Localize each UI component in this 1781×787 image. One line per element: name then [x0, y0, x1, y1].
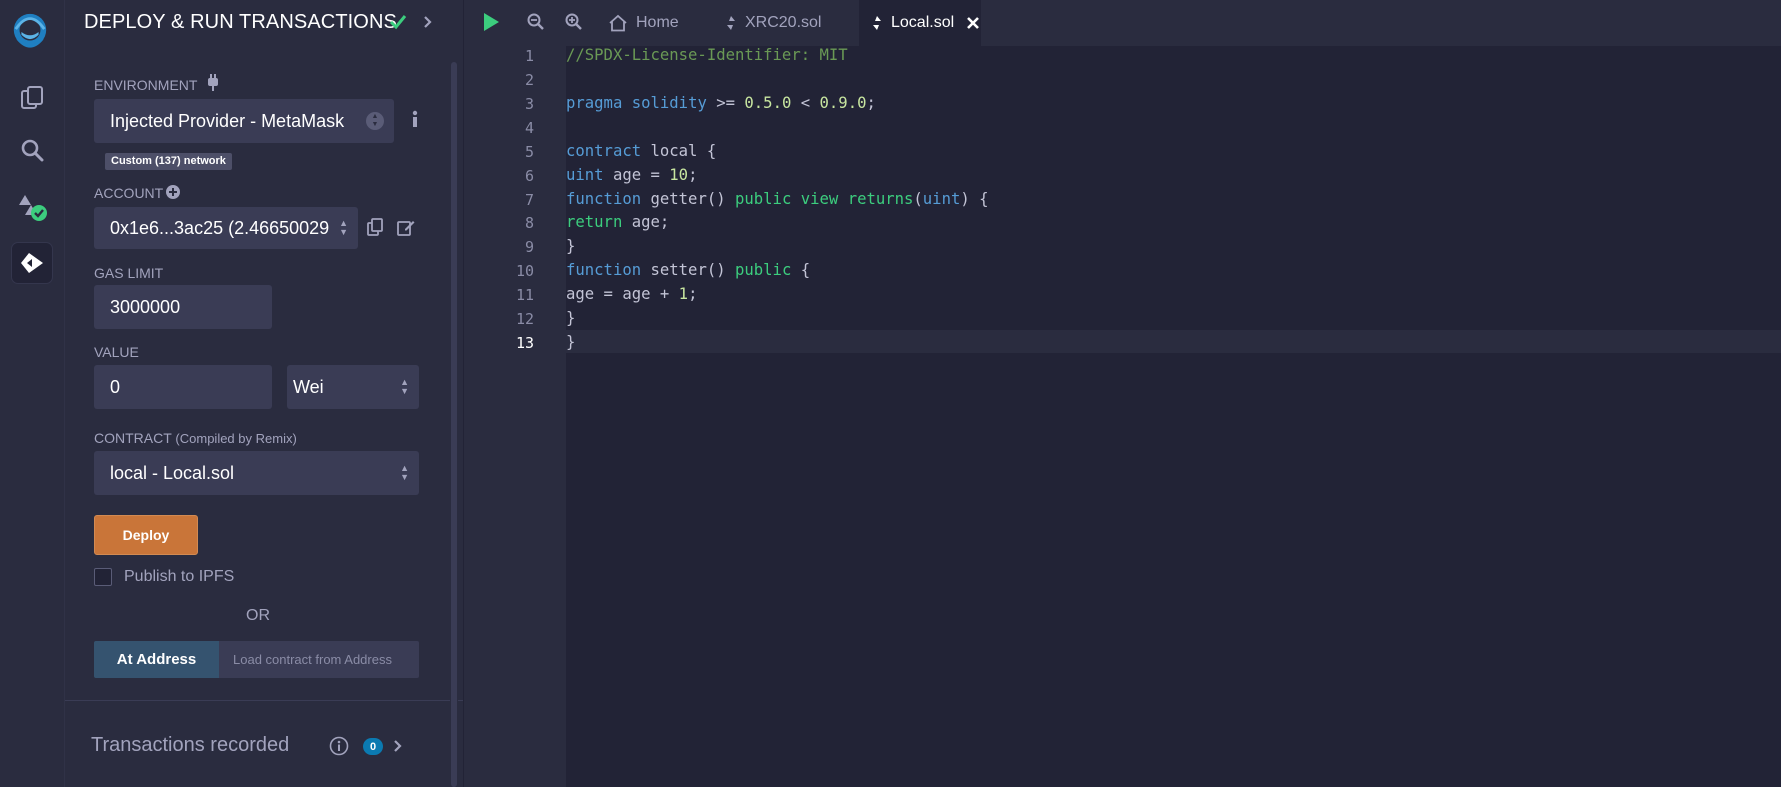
at-address-button[interactable]: At Address	[94, 641, 219, 678]
contract-label: CONTRACT (Compiled by Remix)	[94, 430, 297, 446]
deploy-button[interactable]: Deploy	[94, 515, 198, 555]
line-number: 11	[515, 286, 534, 304]
at-address-input[interactable]: Load contract from Address	[219, 641, 419, 678]
account-select[interactable]: 0x1e6...3ac25 (2.46650029 ▲ ▼	[94, 207, 358, 249]
deploy-run-panel: DEPLOY & RUN TRANSACTIONS ENVIRONMENT In…	[65, 0, 463, 787]
zoom-in-icon[interactable]	[565, 13, 583, 36]
line-number: 4	[524, 119, 534, 137]
gas-limit-input[interactable]: 3000000	[94, 285, 272, 329]
code-line-13[interactable]: }	[566, 333, 575, 351]
publish-ipfs-label: Publish to IPFS	[124, 568, 235, 585]
line-number: 13	[515, 334, 534, 352]
chevron-right-icon[interactable]	[423, 15, 433, 34]
or-label: OR	[246, 607, 270, 624]
select-arrows-icon: ▲ ▼	[339, 218, 348, 237]
value-unit-select[interactable]: Wei ▲ ▼	[287, 365, 419, 409]
zoom-out-icon[interactable]	[527, 13, 545, 36]
select-arrows-icon: ▲ ▼	[400, 463, 409, 482]
add-account-icon[interactable]	[165, 184, 181, 205]
value-unit: Wei	[293, 376, 324, 397]
check-icon	[389, 14, 407, 35]
code-line-7[interactable]: function getter() public view returns(ui…	[566, 190, 989, 208]
panel-scrollbar-thumb[interactable]	[451, 62, 457, 787]
divider	[65, 700, 463, 701]
line-number: 10	[515, 262, 534, 280]
remix-logo-icon[interactable]	[10, 8, 50, 54]
tab-xrc20[interactable]: XRC20.sol	[725, 0, 845, 46]
value-label: VALUE	[94, 344, 139, 360]
gas-limit-label: GAS LIMIT	[94, 265, 164, 281]
code-line-6[interactable]: uint age = 10;	[566, 166, 697, 184]
line-number: 8	[524, 214, 534, 232]
account-value: 0x1e6...3ac25 (2.46650029	[110, 217, 330, 238]
tab-local[interactable]: Local.sol	[859, 0, 981, 46]
environment-value: Injected Provider - MetaMask	[110, 110, 345, 131]
environment-label: ENVIRONMENT	[94, 77, 198, 93]
deploy-run-icon[interactable]	[12, 243, 52, 283]
info-circle-icon[interactable]	[329, 736, 349, 761]
panel-header: DEPLOY & RUN TRANSACTIONS	[65, 0, 463, 46]
line-number: 9	[524, 238, 534, 256]
publish-ipfs-checkbox[interactable]	[94, 568, 112, 586]
select-arrows-icon: ▲ ▼	[400, 377, 409, 396]
line-number: 12	[515, 310, 534, 328]
run-icon[interactable]	[482, 12, 500, 37]
compiled-by-label: (Compiled by Remix)	[175, 431, 297, 446]
line-number: 6	[524, 167, 534, 185]
account-label: ACCOUNT	[94, 185, 164, 201]
code-line-1[interactable]: //SPDX-License-Identifier: MIT	[566, 46, 848, 64]
code-line-12[interactable]: }	[566, 309, 575, 327]
solidity-file-icon	[873, 16, 881, 30]
code-line-9[interactable]: }	[566, 237, 575, 255]
panel-title: DEPLOY & RUN TRANSACTIONS	[84, 11, 397, 33]
tab-label: XRC20.sol	[745, 14, 822, 31]
environment-select[interactable]: Injected Provider - MetaMask ▲ ▼	[94, 99, 394, 143]
icon-rail	[0, 0, 65, 787]
file-explorer-icon[interactable]	[12, 78, 52, 118]
contract-select[interactable]: local - Local.sol ▲ ▼	[94, 451, 419, 495]
copy-icon[interactable]	[367, 218, 383, 241]
solidity-file-icon	[727, 16, 735, 30]
code-line-3[interactable]: pragma solidity >= 0.5.0 < 0.9.0;	[566, 94, 876, 112]
home-icon	[609, 14, 627, 32]
plug-icon	[205, 74, 221, 97]
line-number: 5	[524, 143, 534, 161]
search-icon[interactable]	[12, 130, 52, 170]
line-number: 3	[524, 95, 534, 113]
tab-label: Home	[636, 14, 679, 31]
code-line-10[interactable]: function setter() public {	[566, 261, 810, 279]
line-number: 7	[524, 191, 534, 209]
code-line-8[interactable]: return age;	[566, 213, 669, 231]
edit-icon[interactable]	[397, 218, 415, 241]
line-number: 1	[524, 47, 534, 65]
editor-tab-bar: Home XRC20.sol Local.sol	[464, 0, 1781, 47]
close-icon[interactable]	[966, 16, 980, 30]
current-line-highlight	[566, 330, 1781, 353]
tab-home[interactable]: Home	[608, 0, 704, 46]
transactions-recorded-title: Transactions recorded	[91, 734, 290, 756]
info-icon[interactable]	[411, 110, 419, 133]
select-arrows-icon: ▲ ▼	[366, 112, 384, 130]
line-number: 2	[524, 71, 534, 89]
code-line-11[interactable]: age = age + 1;	[566, 285, 697, 303]
contract-value: local - Local.sol	[110, 462, 235, 483]
solidity-compiler-icon[interactable]	[12, 186, 52, 226]
value-input[interactable]: 0	[94, 365, 272, 409]
transactions-count-badge: 0	[363, 738, 383, 755]
code-line-5[interactable]: contract local {	[566, 142, 716, 160]
chevron-right-icon[interactable]	[393, 739, 403, 758]
tab-label: Local.sol	[891, 14, 955, 31]
network-badge: Custom (137) network	[105, 153, 232, 170]
